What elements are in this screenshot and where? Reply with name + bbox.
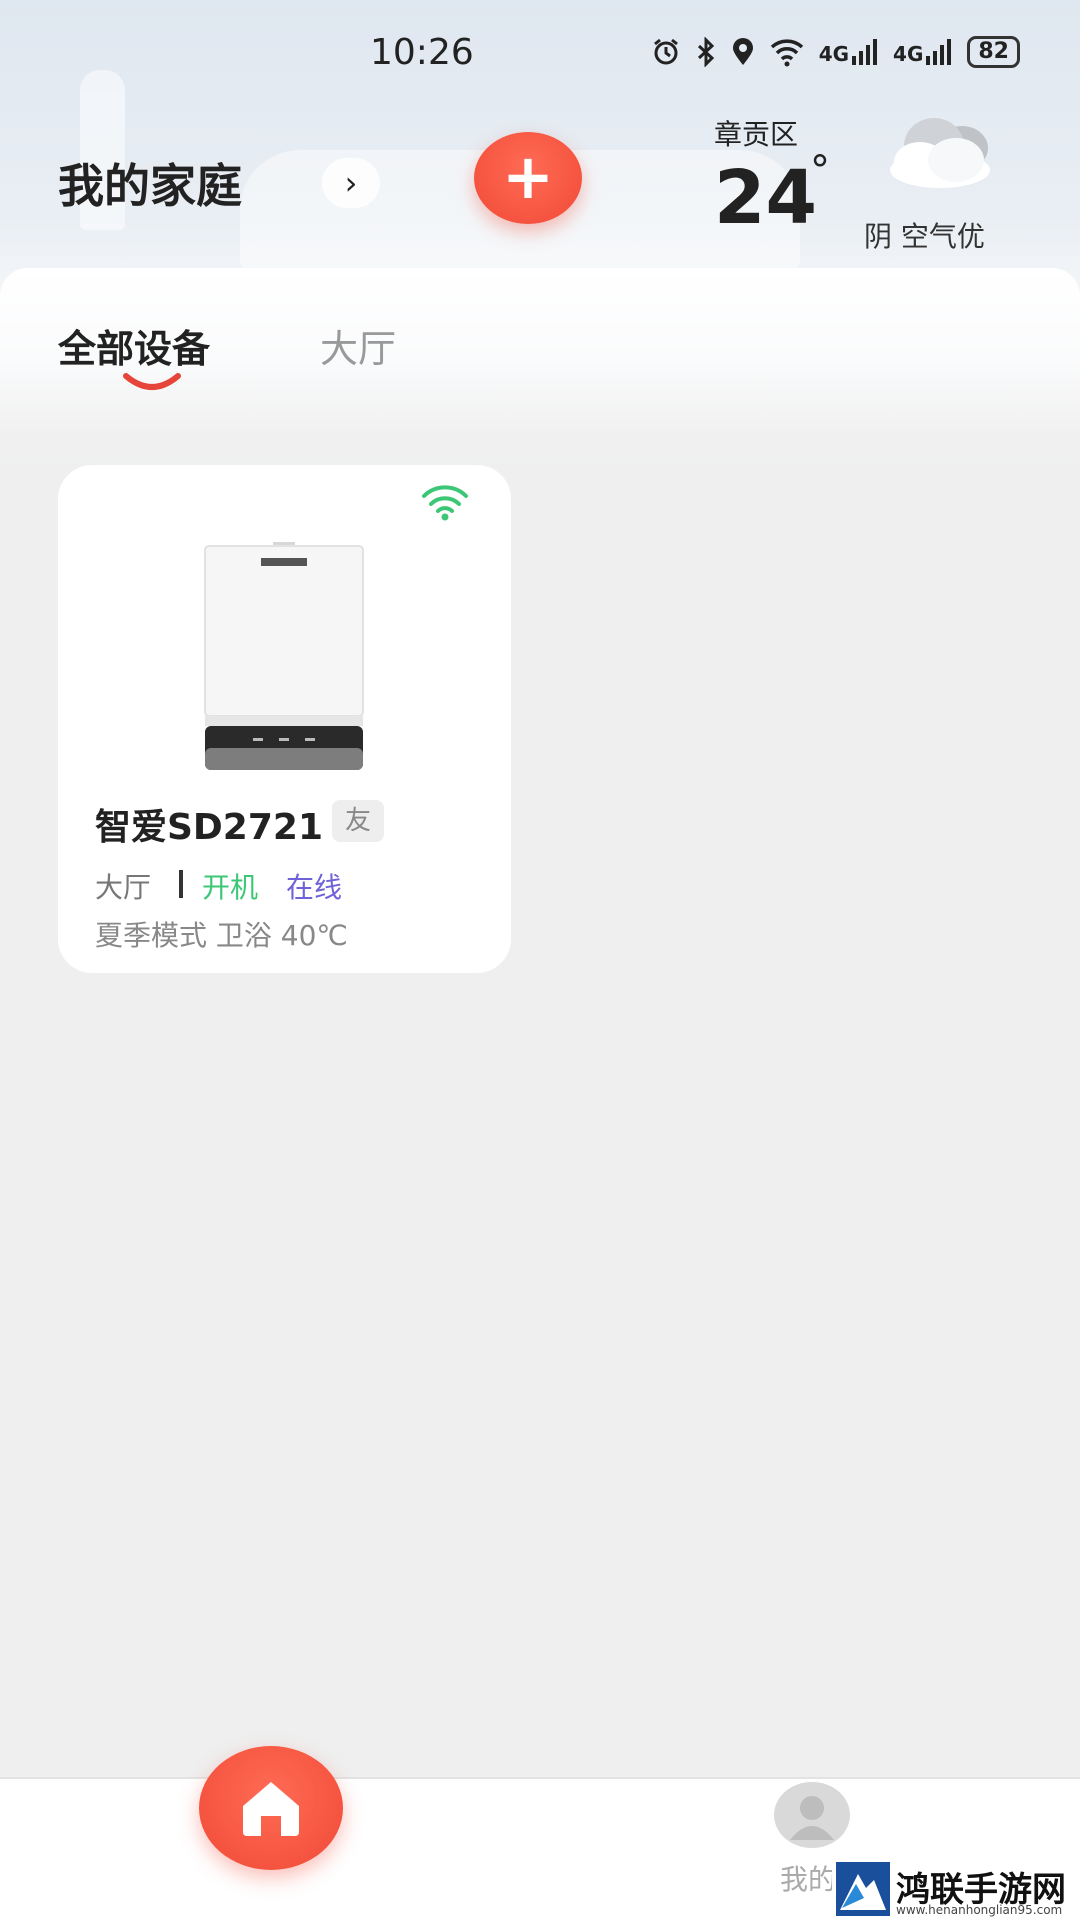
shared-badge: 友 <box>332 800 384 842</box>
add-device-button[interactable]: + <box>474 132 582 224</box>
watermark-logo-icon <box>836 1862 890 1916</box>
cloud-icon <box>890 118 990 188</box>
water-heater-image <box>204 542 364 770</box>
signal-icon: 4G <box>893 38 953 66</box>
home-icon <box>243 1782 299 1836</box>
signal-icon: 4G <box>819 38 879 66</box>
nav-home-button[interactable] <box>199 1746 343 1870</box>
status-icons: 4G 4G 82 <box>651 36 1020 68</box>
nav-mine-avatar[interactable] <box>774 1782 850 1848</box>
status-time: 10:26 <box>370 32 474 73</box>
tab-all-devices[interactable]: 全部设备 <box>58 318 210 373</box>
temperature-unit: ° <box>810 148 830 194</box>
signal-label: 4G <box>893 42 924 66</box>
location-icon <box>732 38 753 65</box>
wifi-icon <box>422 485 468 521</box>
signal-label: 4G <box>818 42 850 66</box>
weather-temperature: 24 <box>714 155 817 241</box>
user-icon <box>790 1796 834 1840</box>
weather-description: 阴 空气优 <box>864 220 985 253</box>
bluetooth-icon <box>697 37 714 67</box>
tab-hall[interactable]: 大厅 <box>320 318 396 373</box>
device-online-status: 在线 <box>286 871 343 904</box>
battery-indicator: 82 <box>967 36 1020 68</box>
alarm-icon <box>653 38 678 65</box>
device-room: 大厅 <box>95 871 152 904</box>
weather-district: 章贡区 <box>714 118 799 151</box>
watermark-url: www.henanhonglian95.com <box>896 1903 1063 1917</box>
tab-active-indicator <box>123 373 181 390</box>
wifi-status-icon <box>770 39 803 67</box>
chevron-right-icon[interactable]: › <box>322 158 380 208</box>
home-title[interactable]: 我的家庭 <box>58 150 242 216</box>
status-divider <box>179 870 183 898</box>
device-name: 智爱SD2721 <box>95 807 324 848</box>
nav-mine-label[interactable]: 我的 <box>780 1858 836 1898</box>
device-power-status: 开机 <box>202 871 259 904</box>
device-mode: 夏季模式 卫浴 40℃ <box>95 919 348 952</box>
